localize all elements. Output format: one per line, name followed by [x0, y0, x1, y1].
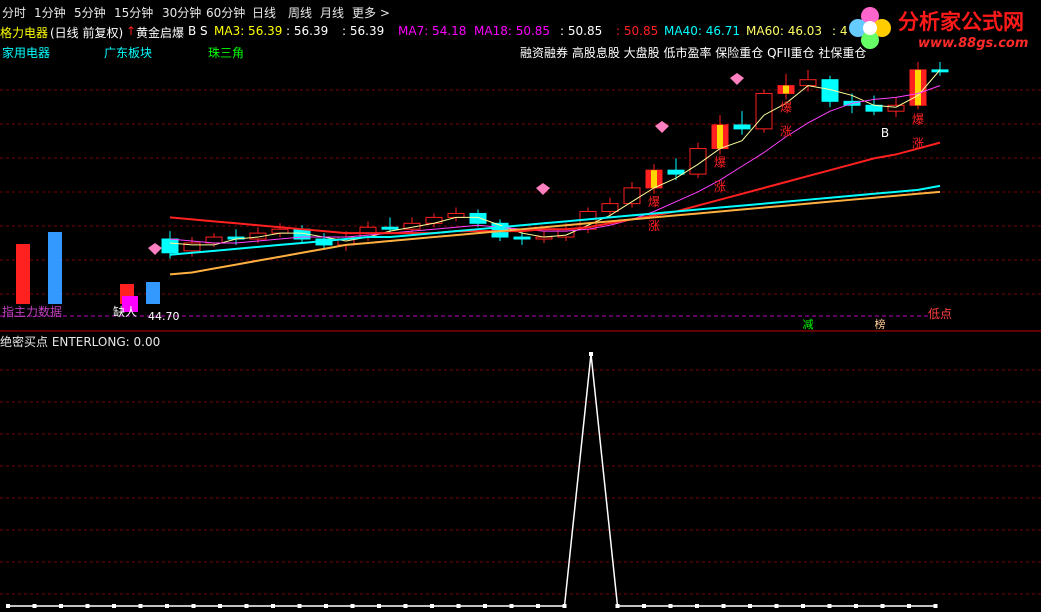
zhang-label-0: 涨 [648, 218, 660, 233]
enterlong-point-27 [721, 604, 726, 608]
enterlong-point-4 [112, 604, 116, 608]
buy-hint-label: 缺人 [113, 304, 137, 319]
ma-line-ma40 [169, 184, 941, 256]
enterlong-point-26 [695, 604, 699, 608]
candle-body-24 [689, 148, 707, 175]
signal-bar-inner-3 [915, 69, 921, 106]
bao-label-1: 爆 [714, 156, 726, 170]
lower-indicator-name[interactable]: 绝密买点 [0, 335, 48, 349]
chart-area[interactable]: 爆涨爆涨爆涨爆涨B减 榜低点指主力数据 缺人 44.70 [0, 0, 1041, 612]
candle-body-29 [799, 79, 817, 87]
candle-body-20 [601, 203, 619, 212]
enterlong-point-1 [32, 604, 37, 608]
signal-bar-inner-1 [717, 124, 723, 149]
candle-body-27 [755, 92, 773, 130]
enterlong-point-31 [827, 604, 832, 608]
enterlong-point-14 [377, 604, 381, 608]
enterlong-point-18 [483, 604, 487, 608]
enterlong-point-25 [668, 604, 673, 608]
candle-body-12 [425, 216, 443, 224]
enterlong-point-8 [218, 604, 222, 608]
signal-bar-inner-2 [783, 85, 789, 94]
enterlong-point-19 [509, 604, 514, 608]
enterlong-point-16 [430, 604, 434, 608]
jian-label: 减 [803, 318, 814, 331]
diamond-marker-icon-3 [730, 73, 744, 85]
left-history-bar-3 [146, 282, 160, 304]
enterlong-point-24 [642, 604, 646, 608]
enterlong-point-20 [536, 604, 540, 608]
signal-bar-inner-0 [651, 170, 657, 188]
ma-line-ma7 [169, 85, 941, 244]
enterlong-point-0 [6, 604, 10, 608]
left-history-bar-0 [16, 244, 30, 304]
left-history-bar-1 [48, 232, 62, 304]
bao-label-2: 爆 [780, 100, 792, 114]
candle-body-30 [821, 79, 839, 102]
enterlong-point-3 [85, 604, 90, 608]
enterlong-point-17 [456, 604, 461, 608]
left-price-label: 44.70 [148, 310, 180, 323]
diamond-marker-icon-0 [148, 243, 162, 255]
enterlong-point-6 [165, 604, 169, 608]
enterlong-point-10 [271, 604, 275, 608]
candle-body-13 [447, 212, 465, 218]
diamond-marker-icon-1 [536, 183, 550, 195]
enterlong-point-9 [244, 604, 249, 608]
bang-label: 榜 [875, 317, 886, 331]
enterlong-point-33 [880, 604, 885, 608]
zhang-label-3: 涨 [912, 135, 924, 150]
enterlong-point-29 [774, 604, 779, 608]
candle-body-33 [887, 104, 905, 112]
b-marker: B [881, 126, 889, 140]
enterlong-point-28 [748, 604, 752, 608]
ma-line-ma18 [169, 141, 941, 235]
enterlong-point-13 [350, 604, 355, 608]
lower-indicator-title: 绝密买点 ENTERLONG: 0.00 [0, 333, 160, 350]
enterlong-point-23 [615, 604, 620, 608]
zhang-label-2: 涨 [780, 123, 792, 138]
enterlong-point-32 [854, 604, 858, 608]
enterlong-point-34 [907, 604, 911, 608]
diamond-marker-icon-2 [655, 121, 669, 133]
candle-body-5 [271, 228, 289, 234]
enterlong-point-21 [562, 604, 567, 608]
bao-label-0: 爆 [648, 195, 660, 209]
zhang-label-1: 涨 [714, 179, 726, 194]
lower-indicator-value: ENTERLONG: 0.00 [51, 335, 161, 349]
candle-body-14 [469, 212, 487, 224]
enterlong-point-22 [589, 352, 593, 356]
enterlong-point-12 [324, 604, 328, 608]
enterlong-point-35 [933, 604, 938, 608]
enterlong-point-15 [403, 604, 408, 608]
candle-body-26 [733, 124, 751, 130]
enterlong-line [8, 353, 936, 607]
candle-body-0 [161, 238, 179, 254]
enterlong-point-5 [138, 604, 143, 608]
enterlong-point-7 [191, 604, 196, 608]
enterlong-point-11 [297, 604, 302, 608]
candle-body-16 [513, 236, 531, 240]
bao-label-3: 爆 [912, 112, 924, 126]
low-point-label: 低点 [928, 307, 952, 321]
enterlong-point-30 [801, 604, 805, 608]
candle-body-23 [667, 169, 685, 175]
enterlong-point-2 [59, 604, 63, 608]
candle-body-10 [381, 226, 399, 230]
lower-left-label: 指主力数据 [2, 304, 62, 319]
